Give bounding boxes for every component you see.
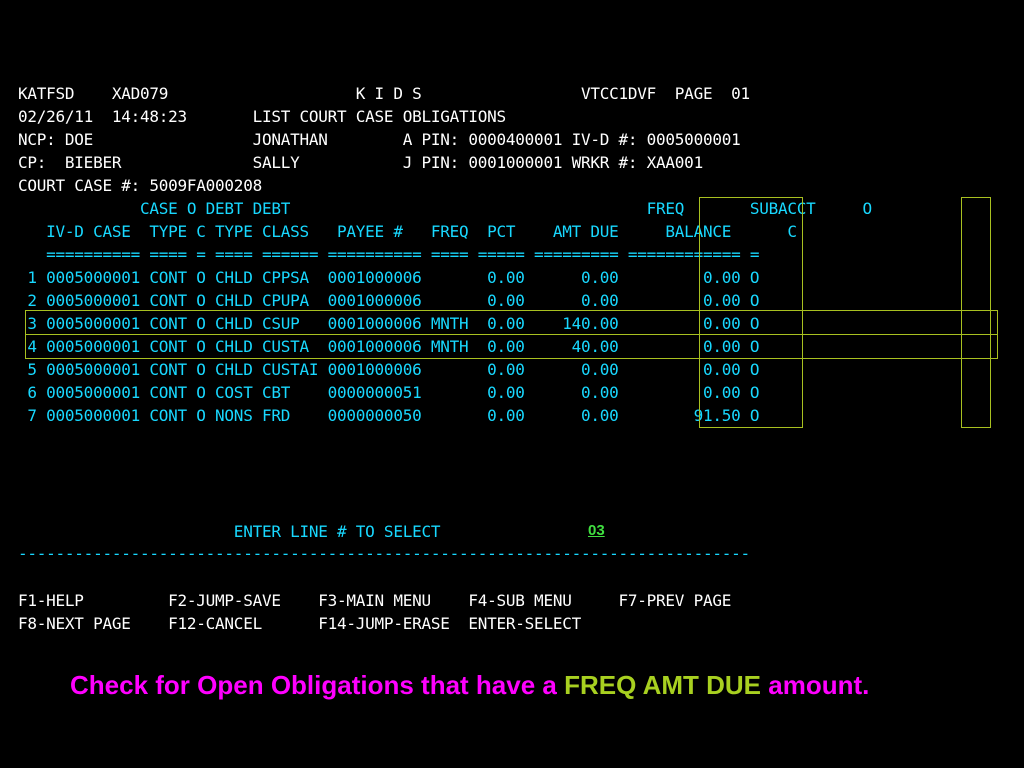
ncp-info-line: NCP: DOE JONATHAN A PIN: 0000400001 IV-D… xyxy=(18,130,741,149)
line-select-input[interactable]: 03 xyxy=(588,521,614,540)
slide-caption: Check for Open Obligations that have a F… xyxy=(70,668,950,702)
obligation-row[interactable]: 2 0005000001 CONT O CHLD CPUPA 000100000… xyxy=(18,289,759,312)
court-case-number: COURT CASE #: 5009FA000208 xyxy=(18,176,262,195)
screen-header-line-2: 02/26/11 14:48:23 LIST COURT CASE OBLIGA… xyxy=(18,107,506,126)
mainframe-terminal-screen: KATFSD XAD079 K I D S VTCC1DVF PAGE 01 0… xyxy=(0,0,1024,768)
table-header-row-2: IV-D CASE TYPE C TYPE CLASS PAYEE # FREQ… xyxy=(18,222,797,241)
table-header-divider: ========== ==== = ==== ====== ==========… xyxy=(18,245,760,264)
caption-text-part-3: amount. xyxy=(761,670,870,700)
obligation-row[interactable]: 1 0005000001 CONT O CHLD CPPSA 000100000… xyxy=(18,266,759,289)
caption-text-part-1: Check for Open Obligations that have a xyxy=(70,670,565,700)
obligation-row[interactable]: 7 0005000001 CONT O NONS FRD 0000000050 … xyxy=(18,404,759,427)
function-keys-row-1[interactable]: F1-HELP F2-JUMP-SAVE F3-MAIN MENU F4-SUB… xyxy=(18,589,731,612)
obligation-row[interactable]: 6 0005000001 CONT O COST CBT 0000000051 … xyxy=(18,381,759,404)
enter-line-prompt: ENTER LINE # TO SELECT xyxy=(18,522,441,541)
screen-header-line-1: KATFSD XAD079 K I D S VTCC1DVF PAGE 01 xyxy=(18,84,750,103)
caption-text-part-2: FREQ AMT DUE xyxy=(564,670,762,700)
row-3-highlight xyxy=(25,310,998,335)
function-keys-row-2[interactable]: F8-NEXT PAGE F12-CANCEL F14-JUMP-ERASE E… xyxy=(18,612,581,635)
separator-line: ----------------------------------------… xyxy=(18,544,750,563)
obligation-row[interactable]: 5 0005000001 CONT O CHLD CUSTAI 00010000… xyxy=(18,358,759,381)
cp-info-line: CP: BIEBER SALLY J PIN: 0001000001 WRKR … xyxy=(18,153,703,172)
row-4-highlight xyxy=(25,334,998,359)
